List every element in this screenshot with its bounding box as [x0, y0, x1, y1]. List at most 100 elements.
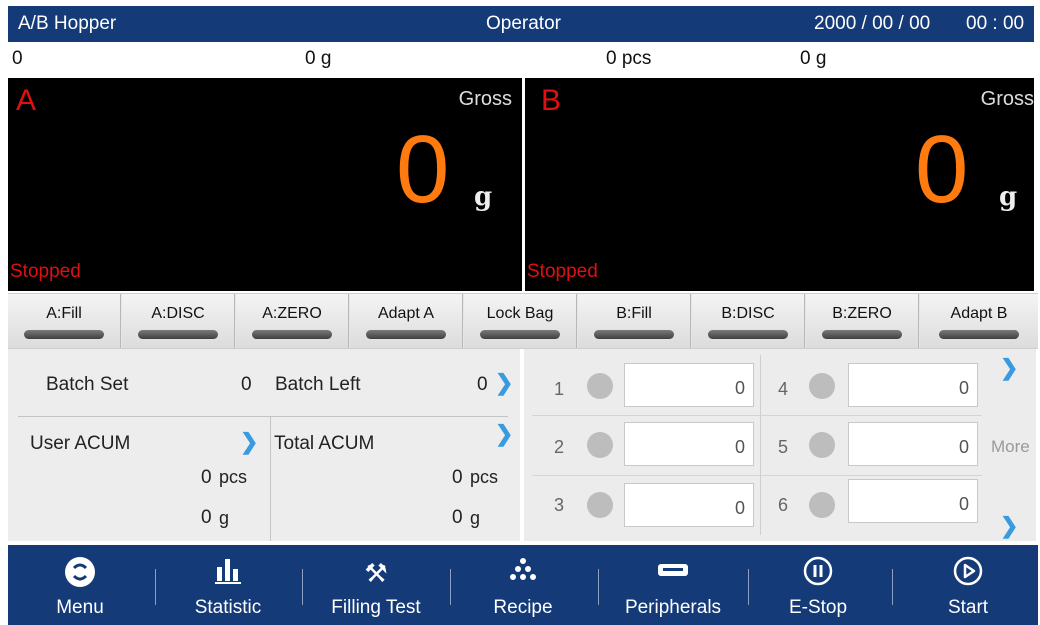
bar-chart-icon [168, 555, 288, 591]
nav-menu[interactable]: Menu [30, 545, 130, 625]
divider [450, 569, 451, 605]
weight-value: 0 [396, 116, 450, 223]
slot-value-field[interactable]: 0 [848, 363, 978, 407]
menu-icon [30, 555, 130, 591]
a-zero-button[interactable]: A:ZERO [236, 294, 349, 348]
time-display: 00 : 00 [966, 13, 1025, 34]
indicator-light [480, 330, 560, 339]
divider [748, 569, 749, 605]
total-pcs-value: 0 [452, 467, 463, 488]
adapt-b-button[interactable]: Adapt B [920, 294, 1038, 348]
recipe-icon [468, 555, 578, 591]
slot-number: 4 [778, 379, 789, 399]
divider [18, 416, 508, 417]
nav-recipe[interactable]: Recipe [468, 545, 578, 625]
user-g-value: 0 [201, 507, 212, 528]
info-weight-total: 0 g [800, 48, 827, 69]
app-title: A/B Hopper [18, 13, 117, 34]
divider [532, 475, 982, 476]
status-dot [809, 373, 835, 399]
b-zero-button[interactable]: B:ZERO [806, 294, 919, 348]
weighing-mode: Gross [980, 88, 1034, 110]
scale-panel-a: A Gross 0 g Stopped [8, 78, 522, 291]
chevron-right-icon[interactable]: ❯ [1000, 355, 1018, 381]
nav-start[interactable]: Start [918, 545, 1018, 625]
divider [892, 569, 893, 605]
slot-number: 5 [778, 437, 789, 457]
batch-set-label: Batch Set [46, 374, 129, 395]
batch-set-value[interactable]: 0 [241, 374, 252, 396]
chevron-right-icon[interactable]: ❯ [495, 370, 513, 396]
chevron-right-icon[interactable]: ❯ [1000, 513, 1018, 539]
user-g-unit: g [219, 508, 230, 528]
total-acum-label: Total ACUM [274, 433, 375, 454]
status-dot [587, 432, 613, 458]
indicator-light [939, 330, 1019, 339]
weight-unit: g [999, 182, 1018, 212]
slot-number: 6 [778, 495, 789, 515]
user-pcs-unit: pcs [219, 467, 248, 487]
indicator-light [594, 330, 674, 339]
b-disc-button[interactable]: B:DISC [692, 294, 805, 348]
slot-number: 1 [554, 379, 565, 399]
more-button[interactable]: More [991, 437, 1030, 457]
play-icon [918, 555, 1018, 591]
total-pcs-unit: pcs [470, 467, 499, 487]
slot-panel: 1 0 2 0 3 0 4 0 5 0 6 0 ❯ More ❯ [524, 349, 1036, 541]
status-dot [587, 373, 613, 399]
nav-e-stop[interactable]: E-Stop [768, 545, 868, 625]
function-button-row: A:Fill A:DISC A:ZERO Adapt A Lock Bag B:… [8, 293, 1038, 349]
indicator-light [708, 330, 788, 339]
divider [532, 415, 982, 416]
slot-value-field[interactable]: 0 [624, 483, 754, 527]
indicator-light [366, 330, 446, 339]
divider [598, 569, 599, 605]
scale-panel-b: B Gross 0 g Stopped [525, 78, 1034, 291]
slot-value-field[interactable]: 0 [848, 422, 978, 466]
slot-value-field[interactable]: 0 [848, 479, 978, 523]
slot-number: 3 [554, 495, 565, 515]
a-fill-button[interactable]: A:Fill [8, 294, 121, 348]
a-disc-button[interactable]: A:DISC [122, 294, 235, 348]
status-dot [809, 432, 835, 458]
chevron-right-icon[interactable]: ❯ [240, 429, 258, 455]
divider [270, 417, 271, 541]
title-bar: A/B Hopper Operator 2000 / 00 / 00 00 : … [8, 6, 1034, 42]
nav-peripherals[interactable]: Peripherals [608, 545, 738, 625]
panel-letter: B [541, 84, 562, 117]
batch-left-value: 0 [477, 374, 488, 395]
total-g-unit: g [470, 508, 481, 528]
divider [302, 569, 303, 605]
status-text: Stopped [10, 261, 81, 282]
weighing-mode: Gross [458, 88, 512, 110]
info-row: 0 0 g 0 pcs 0 g [8, 42, 1034, 76]
indicator-light [24, 330, 104, 339]
b-fill-button[interactable]: B:Fill [578, 294, 691, 348]
divider [760, 355, 761, 535]
adapt-a-button[interactable]: Adapt A [350, 294, 463, 348]
nav-filling-test[interactable]: ⚒ Filling Test [311, 545, 441, 625]
chevron-right-icon[interactable]: ❯ [495, 421, 513, 447]
slot-value-field[interactable]: 0 [624, 422, 754, 466]
batch-left-label: Batch Left [275, 374, 361, 395]
slot-number: 2 [554, 437, 565, 457]
info-pcs: 0 pcs [606, 48, 652, 69]
indicator-light [252, 330, 332, 339]
divider [155, 569, 156, 605]
weight-unit: g [474, 182, 493, 212]
status-dot [587, 492, 613, 518]
pause-icon [768, 555, 868, 591]
info-weight: 0 g [305, 48, 332, 69]
lock-bag-button[interactable]: Lock Bag [464, 294, 577, 348]
batch-panel: Batch Set 0 Batch Left 0 ❯ User ACUM ❯ 0… [8, 349, 520, 541]
indicator-light [138, 330, 218, 339]
user-role: Operator [486, 13, 561, 34]
nav-statistic[interactable]: Statistic [168, 545, 288, 625]
bottom-nav: Menu Statistic ⚒ Filling Test Recipe Per… [8, 545, 1038, 625]
status-dot [809, 492, 835, 518]
panel-letter: A [16, 84, 37, 117]
tools-icon: ⚒ [364, 558, 388, 588]
slot-value-field[interactable]: 0 [624, 363, 754, 407]
status-text: Stopped [527, 261, 598, 282]
weight-value: 0 [915, 116, 969, 223]
